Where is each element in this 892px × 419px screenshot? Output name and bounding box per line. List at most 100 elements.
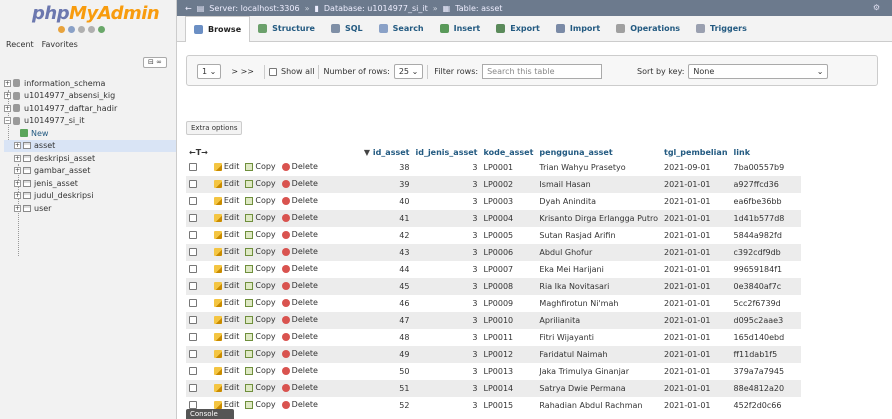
tab-export[interactable]: Export <box>488 16 548 42</box>
console-button[interactable]: Console <box>186 409 234 419</box>
expand-icon[interactable]: + <box>4 79 11 87</box>
edit-button[interactable]: Edit <box>213 349 239 358</box>
edit-button[interactable]: Edit <box>213 196 239 205</box>
tab-insert[interactable]: Insert <box>432 16 489 42</box>
tree-item-gambar-asset[interactable]: + gambar_asset <box>4 165 176 178</box>
cell-tgl-pembelian[interactable]: 2021-01-01 <box>661 329 731 346</box>
expand-icon[interactable]: + <box>14 192 21 200</box>
breadcrumb-database[interactable]: Database: u1014977_si_it <box>324 4 428 13</box>
row-checkbox[interactable] <box>189 179 197 188</box>
cell-id-jenis-asset[interactable]: 3 <box>412 261 481 278</box>
edit-button[interactable]: Edit <box>213 400 239 409</box>
cell-kode-asset[interactable]: LP0004 <box>480 210 537 227</box>
collapse-all-button[interactable]: ⊟ ∞ <box>143 57 167 68</box>
cell-id-jenis-asset[interactable]: 3 <box>412 227 481 244</box>
expand-icon[interactable]: + <box>14 167 21 175</box>
tree-item-judul-deskripsi[interactable]: + judul_deskripsi <box>4 190 176 203</box>
cell-id-jenis-asset[interactable]: 3 <box>412 295 481 312</box>
logout-icon[interactable] <box>68 26 75 33</box>
row-checkbox[interactable] <box>189 264 197 273</box>
delete-button[interactable]: Delete <box>281 230 318 239</box>
edit-button[interactable]: Edit <box>213 247 239 256</box>
copy-button[interactable]: Copy <box>245 349 276 358</box>
expand-icon[interactable]: + <box>14 154 21 162</box>
home-icon[interactable] <box>58 26 65 33</box>
docs-icon[interactable] <box>78 26 85 33</box>
cell-kode-asset[interactable]: LP0015 <box>480 397 537 414</box>
cell-link[interactable]: ff11dab1f5 <box>730 346 801 363</box>
cell-tgl-pembelian[interactable]: 2021-01-01 <box>661 193 731 210</box>
cell-kode-asset[interactable]: LP0014 <box>480 380 537 397</box>
cell-pengguna-asset[interactable]: Fitri Wijayanti <box>536 329 661 346</box>
table-row[interactable]: Edit Copy Delete 39 3 LP0002 Ismail Hasan 2021-… <box>186 176 801 193</box>
copy-button[interactable]: Copy <box>245 162 276 171</box>
cell-link[interactable]: 379a7a7945 <box>730 363 801 380</box>
cell-tgl-pembelian[interactable]: 2021-01-01 <box>661 295 731 312</box>
cell-id-asset[interactable]: 44 <box>360 261 413 278</box>
cell-tgl-pembelian[interactable]: 2021-01-01 <box>661 363 731 380</box>
edit-button[interactable]: Edit <box>213 298 239 307</box>
cell-id-asset[interactable]: 46 <box>360 295 413 312</box>
header-pengguna-asset[interactable]: pengguna_asset <box>536 146 661 159</box>
cell-tgl-pembelian[interactable]: 2021-01-01 <box>661 227 731 244</box>
copy-button[interactable]: Copy <box>245 230 276 239</box>
cell-id-jenis-asset[interactable]: 3 <box>412 346 481 363</box>
cell-kode-asset[interactable]: LP0008 <box>480 278 537 295</box>
gear-icon[interactable]: ⚙ <box>873 3 880 12</box>
tab-operations[interactable]: Operations <box>608 16 688 42</box>
tree-item-deskripsi-asset[interactable]: + deskripsi_asset <box>4 152 176 165</box>
cell-id-jenis-asset[interactable]: 3 <box>412 329 481 346</box>
reload-icon[interactable] <box>98 26 105 33</box>
delete-button[interactable]: Delete <box>281 383 318 392</box>
edit-button[interactable]: Edit <box>213 383 239 392</box>
cell-kode-asset[interactable]: LP0007 <box>480 261 537 278</box>
cell-id-asset[interactable]: 40 <box>360 193 413 210</box>
delete-button[interactable]: Delete <box>281 281 318 290</box>
copy-button[interactable]: Copy <box>245 383 276 392</box>
cell-id-asset[interactable]: 45 <box>360 278 413 295</box>
cell-link[interactable]: ea6fbe36bb <box>730 193 801 210</box>
table-row[interactable]: Edit Copy Delete 41 3 LP0004 Krisanto Dirga Er… <box>186 210 801 227</box>
delete-button[interactable]: Delete <box>281 315 318 324</box>
cell-pengguna-asset[interactable]: Sutan Rasjad Arifin <box>536 227 661 244</box>
table-row[interactable]: Edit Copy Delete 52 3 LP0015 Rahadian Abdul Ra… <box>186 397 801 414</box>
cell-link[interactable]: 5cc2f6739d <box>730 295 801 312</box>
menu-toggle-icon[interactable]: ← <box>185 4 192 13</box>
edit-button[interactable]: Edit <box>213 213 239 222</box>
edit-button[interactable]: Edit <box>213 281 239 290</box>
header-id-asset[interactable]: ▼ id_asset <box>360 146 413 159</box>
delete-button[interactable]: Delete <box>281 332 318 341</box>
cell-kode-asset[interactable]: LP0013 <box>480 363 537 380</box>
edit-button[interactable]: Edit <box>213 162 239 171</box>
settings-icon[interactable] <box>88 26 95 33</box>
row-checkbox[interactable] <box>189 247 197 256</box>
cell-id-asset[interactable]: 47 <box>360 312 413 329</box>
row-checkbox[interactable] <box>189 213 197 222</box>
cell-pengguna-asset[interactable]: Ismail Hasan <box>536 176 661 193</box>
header-kode-asset[interactable]: kode_asset <box>480 146 537 159</box>
row-checkbox[interactable] <box>189 315 197 324</box>
cell-tgl-pembelian[interactable]: 2021-01-01 <box>661 380 731 397</box>
delete-button[interactable]: Delete <box>281 366 318 375</box>
row-checkbox[interactable] <box>189 383 197 392</box>
cell-id-jenis-asset[interactable]: 3 <box>412 363 481 380</box>
expand-icon[interactable]: + <box>14 142 21 150</box>
cell-tgl-pembelian[interactable]: 2021-01-01 <box>661 397 731 414</box>
row-checkbox[interactable] <box>189 400 197 409</box>
cell-tgl-pembelian[interactable]: 2021-01-01 <box>661 278 731 295</box>
cell-tgl-pembelian[interactable]: 2021-09-01 <box>661 159 731 176</box>
cell-pengguna-asset[interactable]: Eka Mei Harijani <box>536 261 661 278</box>
cell-pengguna-asset[interactable]: Faridatul Naimah <box>536 346 661 363</box>
next-buttons[interactable]: > >> <box>231 67 254 76</box>
copy-button[interactable]: Copy <box>245 281 276 290</box>
cell-id-asset[interactable]: 51 <box>360 380 413 397</box>
cell-kode-asset[interactable]: LP0005 <box>480 227 537 244</box>
edit-button[interactable]: Edit <box>213 315 239 324</box>
expand-icon[interactable]: + <box>4 104 11 112</box>
rows-select[interactable]: 25 ⌄ <box>393 64 424 79</box>
cell-pengguna-asset[interactable]: Maghfirotun Ni'mah <box>536 295 661 312</box>
table-row[interactable]: Edit Copy Delete 51 3 LP0014 Satrya Dwie Perma… <box>186 380 801 397</box>
delete-button[interactable]: Delete <box>281 247 318 256</box>
cell-link[interactable]: 7ba00557b9 <box>730 159 801 176</box>
row-checkbox[interactable] <box>189 366 197 375</box>
